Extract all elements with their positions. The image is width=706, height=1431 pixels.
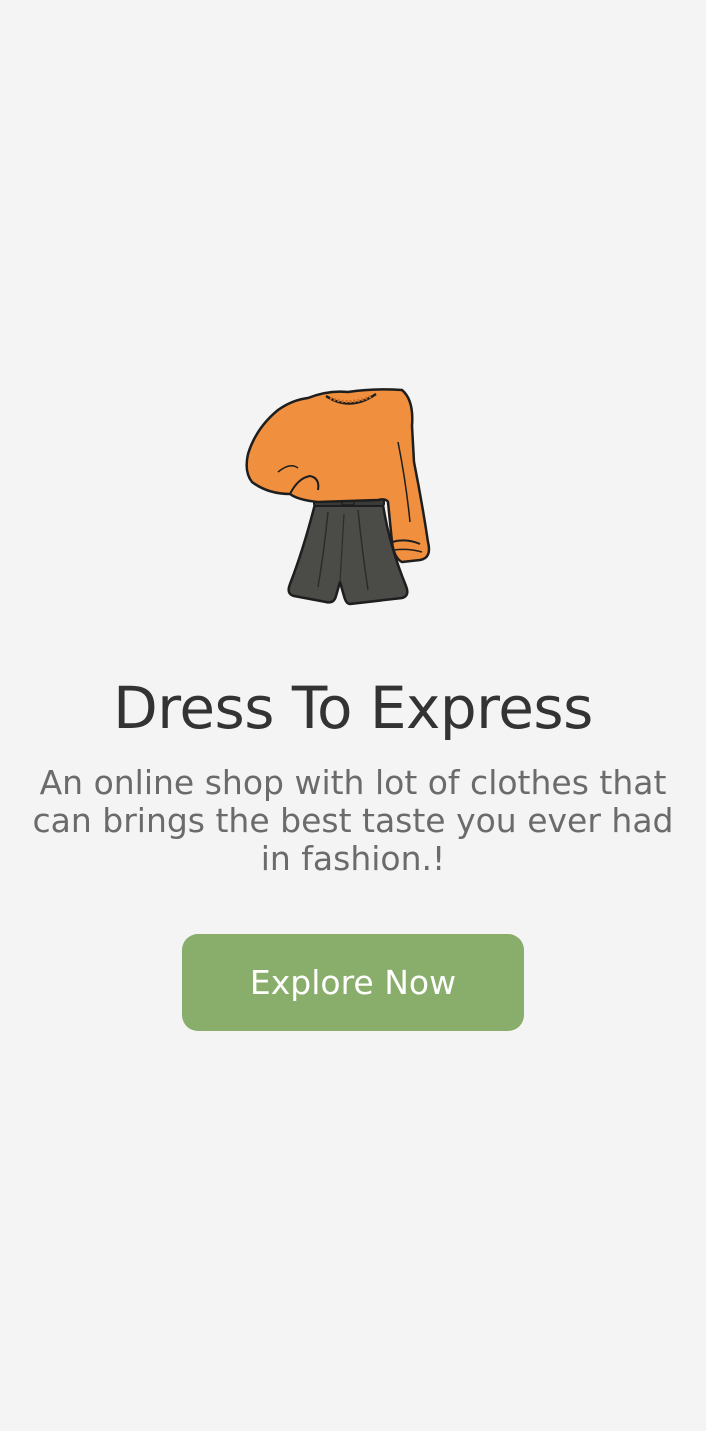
- onboarding-screen: Dress To Express An online shop with lot…: [0, 0, 706, 1431]
- explore-now-button[interactable]: Explore Now: [182, 934, 524, 1031]
- page-description: An online shop with lot of clothes that …: [32, 763, 674, 878]
- outfit-illustration: [245, 388, 431, 606]
- page-title: Dress To Express: [113, 674, 593, 742]
